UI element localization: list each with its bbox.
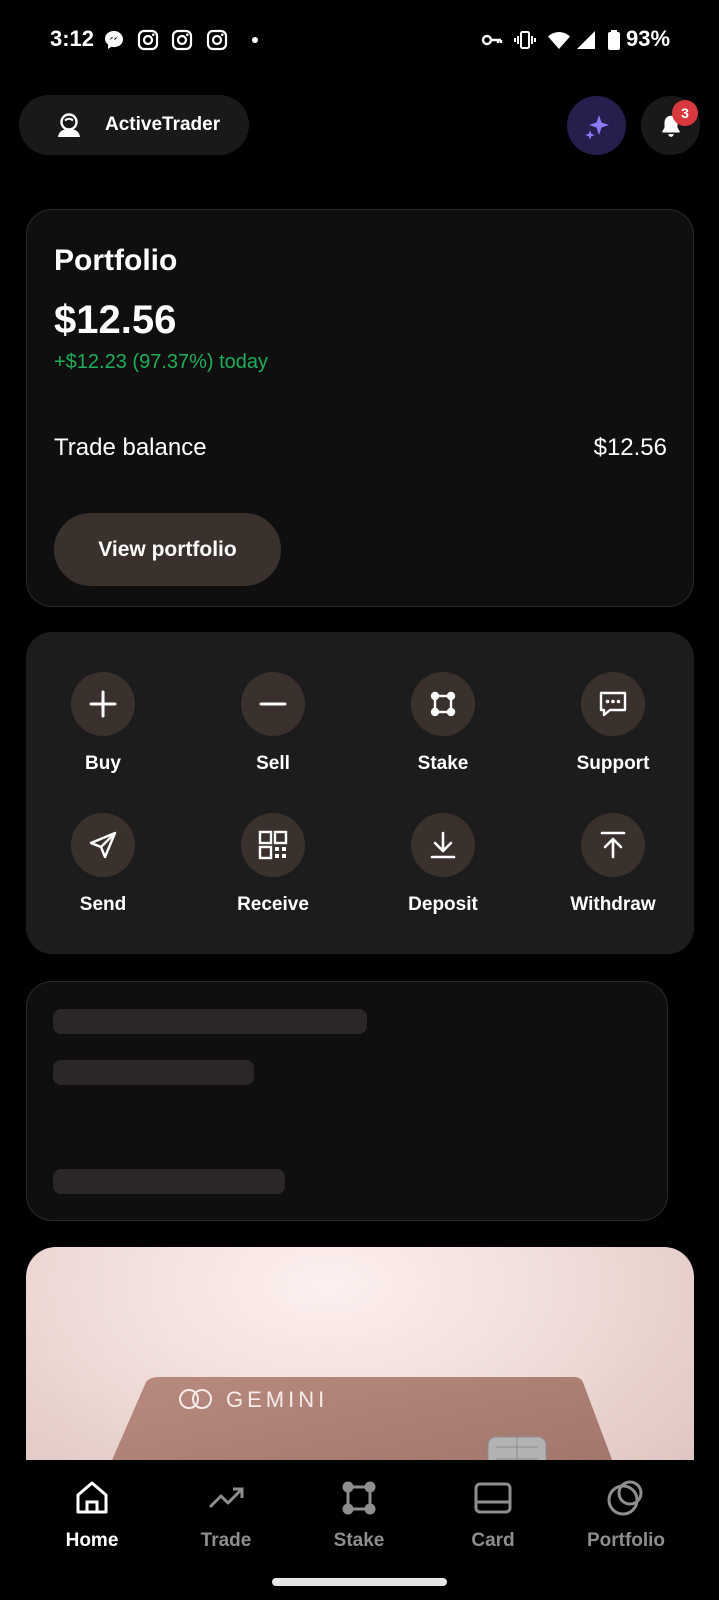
support-action[interactable]: Support: [538, 672, 688, 792]
battery-percentage: 93%: [626, 26, 671, 51]
trend-icon: [208, 1487, 244, 1509]
bottom-navigation: Home Trade Stake Card Portfolio: [0, 1460, 719, 1600]
withdraw-action[interactable]: Withdraw: [538, 813, 688, 933]
withdraw-button[interactable]: [581, 813, 645, 877]
nav-trade-label: Trade: [200, 1530, 252, 1551]
plus-icon: [89, 690, 117, 718]
username: ActiveTrader: [105, 114, 221, 135]
sell-button[interactable]: [241, 672, 305, 736]
dot-icon: [252, 37, 258, 43]
instagram-icon: [171, 29, 193, 51]
deposit-action[interactable]: Deposit: [368, 813, 518, 933]
stake-label: Stake: [417, 753, 469, 774]
nav-home[interactable]: Home: [25, 1478, 159, 1558]
sell-action[interactable]: Sell: [198, 672, 348, 792]
withdraw-label: Withdraw: [570, 894, 656, 915]
home-icon: [76, 1481, 108, 1514]
skeleton-line: [53, 1060, 254, 1085]
messenger-icon: [105, 31, 123, 49]
portfolio-change: +$12.23 (97.37%) today: [54, 351, 269, 373]
status-bar: 3:12 93%: [0, 0, 719, 84]
nav-card-label: Card: [471, 1530, 515, 1551]
buy-label: Buy: [85, 753, 121, 774]
chat-icon: [599, 691, 627, 717]
sell-label: Sell: [256, 753, 290, 774]
deposit-label: Deposit: [408, 894, 478, 915]
receive-label: Receive: [237, 894, 309, 915]
instagram-icon: [206, 29, 228, 51]
receive-button[interactable]: [241, 813, 305, 877]
buy-button[interactable]: [71, 672, 135, 736]
card-icon: [474, 1482, 512, 1514]
vibrate-icon: [514, 31, 536, 49]
avatar-icon: [58, 113, 80, 137]
portfolio-title: Portfolio: [54, 244, 178, 277]
status-time: 3:12: [50, 26, 95, 51]
sparkle-icon: [584, 114, 609, 140]
portfolio-value: $12.56: [54, 298, 177, 342]
send-button[interactable]: [71, 813, 135, 877]
trade-balance-value: $12.56: [593, 434, 667, 461]
instagram-icon: [137, 29, 159, 51]
signal-icon: [577, 31, 595, 49]
buy-action[interactable]: Buy: [28, 672, 178, 792]
send-action[interactable]: Send: [28, 813, 178, 933]
skeleton-line: [53, 1009, 367, 1034]
key-icon: [481, 34, 503, 46]
profile-button[interactable]: ActiveTrader: [19, 95, 249, 155]
minus-icon: [259, 702, 287, 706]
stake-icon: [430, 691, 456, 717]
stake-button[interactable]: [411, 672, 475, 736]
skeleton-line: [53, 1169, 285, 1194]
send-icon: [89, 831, 117, 859]
deposit-button[interactable]: [411, 813, 475, 877]
nav-portfolio-label: Portfolio: [586, 1530, 666, 1551]
nav-stake[interactable]: Stake: [292, 1478, 426, 1558]
gesture-handle[interactable]: [272, 1578, 447, 1586]
qr-icon: [258, 830, 288, 860]
quick-actions-card: Buy Sell Stake Support Send Receive Depo…: [26, 632, 694, 954]
receive-action[interactable]: Receive: [198, 813, 348, 933]
trade-balance-label: Trade balance: [54, 434, 207, 461]
nav-stake-label: Stake: [333, 1530, 385, 1551]
stake-icon: [342, 1481, 376, 1515]
svg-text:GEMINI: GEMINI: [226, 1387, 328, 1412]
notification-badge: 3: [672, 100, 698, 126]
send-label: Send: [79, 894, 127, 915]
nav-card[interactable]: Card: [426, 1478, 560, 1558]
wifi-icon: [548, 32, 570, 49]
portfolio-card: Portfolio $12.56 +$12.23 (97.37%) today …: [26, 209, 694, 607]
battery-icon: [608, 30, 620, 50]
loading-placeholder-card: [26, 981, 668, 1221]
view-portfolio-button[interactable]: View portfolio: [54, 513, 281, 586]
portfolio-icon: [607, 1480, 643, 1516]
ai-assistant-button[interactable]: [567, 96, 626, 155]
support-label: Support: [576, 753, 650, 774]
nav-home-label: Home: [65, 1530, 119, 1551]
upload-icon: [600, 831, 626, 859]
support-button[interactable]: [581, 672, 645, 736]
nav-trade[interactable]: Trade: [159, 1478, 293, 1558]
nav-portfolio[interactable]: Portfolio: [559, 1478, 693, 1558]
download-icon: [430, 831, 456, 859]
stake-action[interactable]: Stake: [368, 672, 518, 792]
